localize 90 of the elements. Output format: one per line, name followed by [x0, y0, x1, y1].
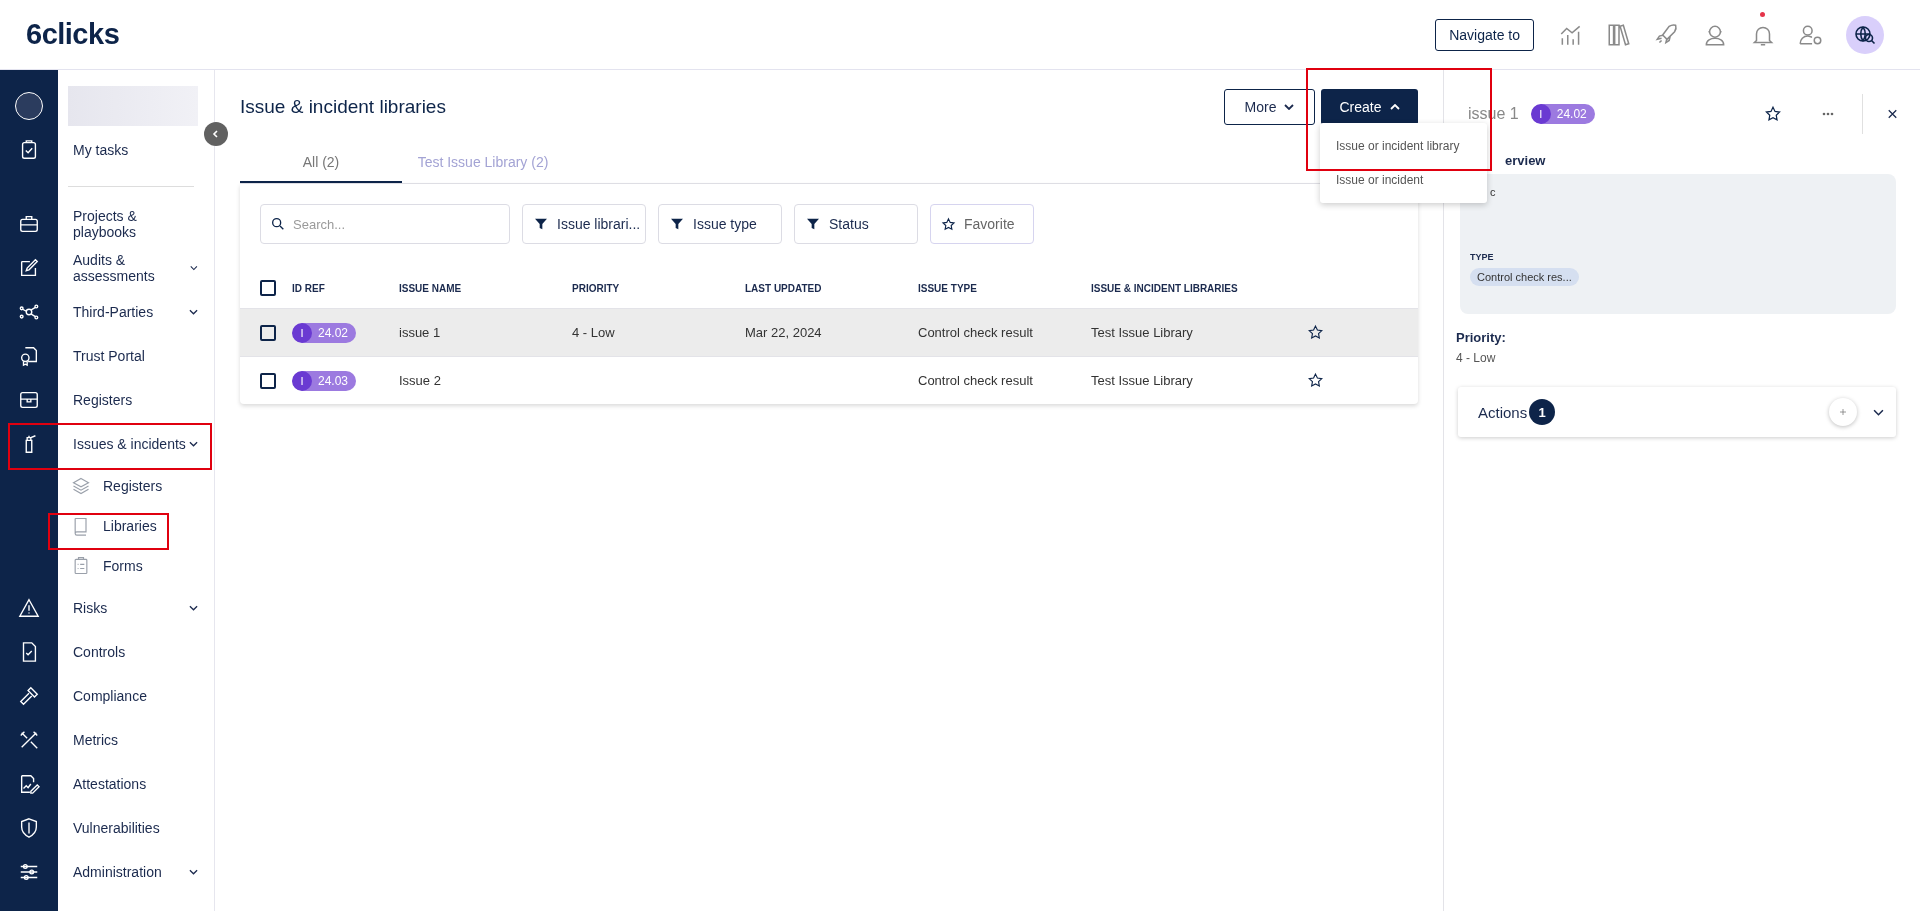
layers-icon [71, 476, 91, 496]
select-all-checkbox[interactable] [260, 280, 276, 296]
nav-icon[interactable] [18, 817, 40, 839]
nav-item[interactable]: Projects & playbooks [58, 208, 214, 240]
column-header: ISSUE TYPE [918, 282, 978, 294]
more-button[interactable]: More [1224, 89, 1315, 125]
chevron-down-icon [1284, 104, 1295, 110]
table-cell: Test Issue Library [1091, 325, 1193, 340]
column-header: PRIORITY [572, 282, 621, 294]
type-chip: Control check res... [1470, 268, 1579, 286]
table-row[interactable]: I 24.02 issue 1 4 - Low Mar 22, 2024 Control check result Test Issue Library [240, 308, 1418, 356]
nav-item[interactable]: Registers [58, 392, 214, 408]
section-title: erview [1505, 152, 1546, 168]
nav-icon[interactable] [18, 257, 40, 279]
row-checkbox[interactable] [260, 372, 276, 389]
nav-item[interactable]: Risks [58, 600, 214, 616]
chevron-down-icon[interactable] [1873, 408, 1884, 416]
table-cell: 4 - Low [572, 325, 615, 340]
table-cell: Test Issue Library [1091, 373, 1193, 388]
nav-item[interactable]: Issues & incidents [58, 436, 214, 452]
books-icon[interactable] [1606, 21, 1632, 48]
table-cell: Mar 22, 2024 [745, 325, 822, 340]
id-badge: I 24.03 [292, 370, 357, 391]
nav-icon[interactable] [18, 345, 40, 367]
field-label: TYPE [1470, 252, 1494, 262]
user-avatar[interactable] [15, 92, 43, 120]
column-header: ISSUE & INCIDENT LIBRARIES [1091, 282, 1239, 294]
menu-item[interactable]: Issue or incident library [1320, 129, 1487, 163]
filter-icon [533, 216, 549, 232]
row-checkbox[interactable] [260, 324, 276, 341]
star-icon[interactable] [1307, 324, 1324, 341]
page-title: Issue & incident libraries [240, 96, 446, 118]
table-cell: Control check result [918, 373, 1033, 388]
create-button[interactable]: Create [1321, 89, 1418, 125]
menu-item[interactable]: Issue or incident [1320, 163, 1487, 197]
tab[interactable]: All (2) [240, 142, 402, 183]
plus-icon [1837, 406, 1849, 418]
nav-icon[interactable] [18, 389, 40, 411]
search-field[interactable]: Search... [260, 204, 510, 244]
navigate-button[interactable]: Navigate to [1435, 18, 1534, 51]
logo[interactable]: 6clicks [26, 18, 120, 51]
nav-icon[interactable] [18, 685, 40, 707]
nav-item[interactable]: Attestations [58, 776, 214, 792]
nav-item[interactable]: Audits & assessments [58, 252, 214, 284]
nav-icon[interactable] [18, 301, 40, 323]
assistant-avatar[interactable] [1846, 15, 1884, 54]
nav-icon[interactable] [18, 861, 40, 883]
actions-label: Actions [1478, 403, 1528, 421]
nav-item[interactable]: Controls [58, 644, 214, 660]
id-badge: I 24.02 [292, 322, 357, 343]
filter-icon [805, 216, 821, 232]
nav-item[interactable]: Vulnerabilities [58, 820, 214, 836]
search-icon [270, 216, 286, 232]
table-cell: Issue 2 [399, 373, 441, 388]
table-cell: Control check result [918, 325, 1033, 340]
count-badge: 1 [1529, 399, 1556, 425]
table-cell: issue 1 [399, 325, 441, 340]
nav-item[interactable]: Metrics [58, 732, 214, 748]
filter-button[interactable]: Issue type [658, 204, 782, 244]
star-icon[interactable] [1307, 372, 1324, 389]
column-header: LAST UPDATED [745, 282, 823, 294]
actions-panel[interactable]: Actions 1 [1458, 387, 1896, 437]
nav-item[interactable]: Trust Portal [58, 348, 214, 364]
nav-icon[interactable] [18, 213, 40, 235]
star-icon [941, 216, 956, 232]
field-value: 4 - Low [1456, 351, 1497, 365]
field-label: c [1490, 186, 1496, 198]
filter-icon [669, 216, 685, 232]
field-label: Priority: [1456, 330, 1507, 345]
nav-subitem[interactable]: Registers [58, 476, 163, 496]
nav-subitem[interactable]: Libraries [58, 516, 157, 536]
column-header: ID REF [292, 282, 326, 294]
collapse-button[interactable] [204, 122, 228, 146]
table-row[interactable]: I 24.03 Issue 2 Control check result Test Issue Library [240, 356, 1418, 404]
column-header: ISSUE NAME [399, 282, 463, 294]
nav-subitem[interactable]: Forms [58, 556, 143, 576]
chevron-up-icon [1389, 104, 1400, 110]
nav-item[interactable]: Administration [58, 864, 214, 880]
chevron-left-icon [211, 129, 221, 139]
nav-item[interactable]: Third-Parties [58, 304, 214, 320]
nav-item[interactable]: Compliance [58, 688, 214, 704]
star-icon[interactable] [1764, 105, 1782, 123]
filter-button[interactable]: Status [794, 204, 918, 244]
id-badge: I 24.02 [1530, 104, 1595, 124]
favorite-button[interactable]: Favorite [930, 204, 1034, 244]
nav-icon[interactable] [18, 729, 40, 751]
nav-icon[interactable] [18, 597, 40, 619]
filter-button[interactable]: Issue librari... [522, 204, 646, 244]
nav-icon[interactable] [18, 773, 40, 795]
nav-item[interactable]: My tasks [58, 142, 214, 158]
